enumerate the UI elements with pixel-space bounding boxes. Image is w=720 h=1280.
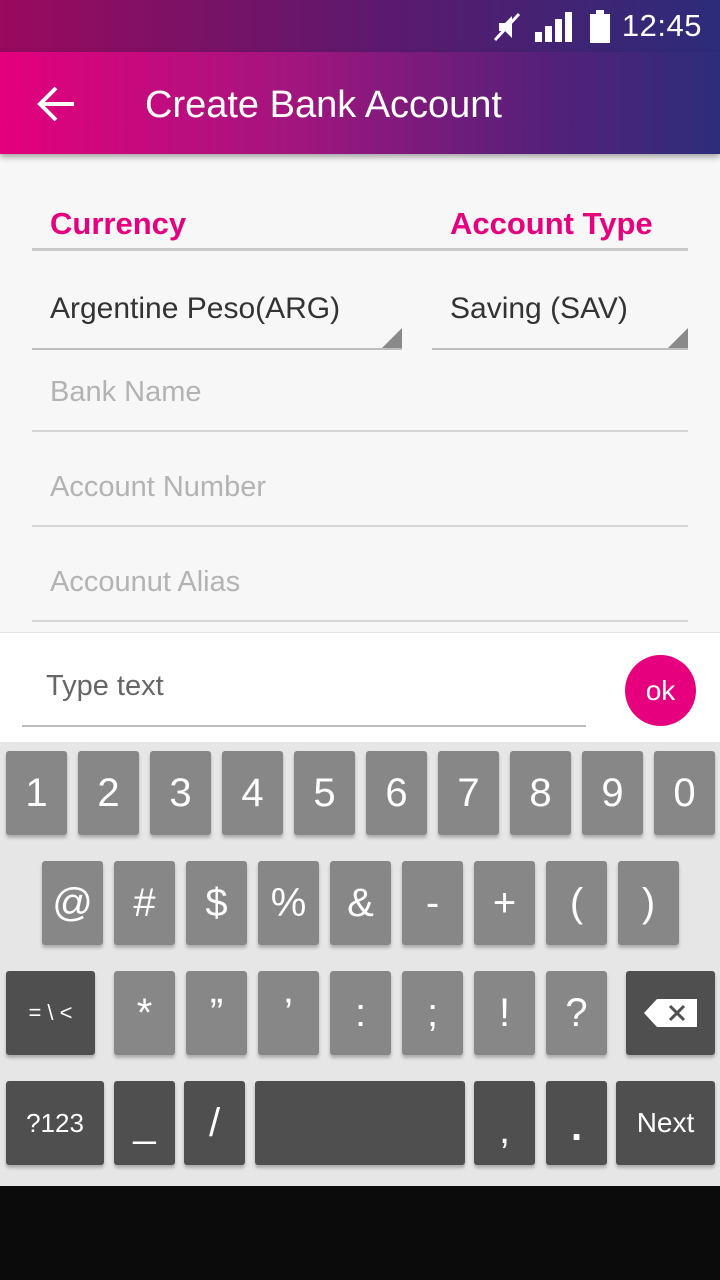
key-symbols-toggle[interactable]: ?123 — [6, 1081, 104, 1165]
ok-button[interactable]: ok — [625, 655, 696, 726]
key-exclamation[interactable]: ! — [474, 971, 535, 1055]
battery-icon — [590, 10, 610, 43]
key-colon[interactable]: : — [330, 971, 391, 1055]
account-number-placeholder: Account Number — [50, 471, 266, 503]
key-5[interactable]: 5 — [294, 751, 355, 835]
bank-name-field[interactable]: Bank Name — [32, 360, 688, 432]
bank-name-placeholder: Bank Name — [50, 376, 202, 408]
key-1[interactable]: 1 — [6, 751, 67, 835]
account-alias-placeholder: Accounut Alias — [50, 566, 241, 598]
account-number-field[interactable]: Account Number — [32, 455, 688, 527]
key-single-quote[interactable]: ’ — [258, 971, 319, 1055]
currency-select[interactable]: Argentine Peso(ARG) — [32, 278, 402, 350]
key-double-quote[interactable]: ” — [186, 971, 247, 1055]
signal-icon — [535, 12, 572, 42]
app-bar: Create Bank Account — [0, 52, 720, 154]
key-period[interactable]: . — [546, 1081, 607, 1165]
key-comma[interactable]: , — [474, 1081, 535, 1165]
key-underscore[interactable]: _ — [114, 1081, 175, 1165]
key-3[interactable]: 3 — [150, 751, 211, 835]
arrow-left-icon[interactable] — [34, 82, 78, 126]
key-backspace[interactable] — [626, 971, 715, 1055]
key-0[interactable]: 0 — [654, 751, 715, 835]
key-close-paren[interactable]: ) — [618, 861, 679, 945]
dropdown-triangle-icon — [382, 328, 402, 348]
keyboard: 1 2 3 4 5 6 7 8 9 0 @ # $ % & - + ( ) = … — [0, 742, 720, 1186]
type-text-placeholder: Type text — [46, 670, 164, 702]
account-type-select-value: Saving (SAV) — [450, 292, 628, 325]
key-space[interactable] — [255, 1081, 465, 1165]
section-divider — [32, 248, 688, 251]
key-6[interactable]: 6 — [366, 751, 427, 835]
key-asterisk[interactable]: * — [114, 971, 175, 1055]
key-4[interactable]: 4 — [222, 751, 283, 835]
key-open-paren[interactable]: ( — [546, 861, 607, 945]
key-semicolon[interactable]: ; — [402, 971, 463, 1055]
currency-select-value: Argentine Peso(ARG) — [50, 292, 341, 325]
account-type-label: Account Type — [450, 206, 653, 241]
key-slash[interactable]: / — [184, 1081, 245, 1165]
dropdown-triangle-icon — [668, 328, 688, 348]
status-time: 12:45 — [621, 8, 702, 43]
navigation-bar-area — [0, 1186, 720, 1280]
currency-label: Currency — [50, 206, 187, 241]
key-8[interactable]: 8 — [510, 751, 571, 835]
keyboard-input-bar: Type text ok — [0, 632, 720, 743]
mute-icon — [493, 12, 521, 42]
key-question[interactable]: ? — [546, 971, 607, 1055]
bank-account-form: Currency Account Type Argentine Peso(ARG… — [0, 154, 720, 632]
key-percent[interactable]: % — [258, 861, 319, 945]
key-dollar[interactable]: $ — [186, 861, 247, 945]
key-ampersand[interactable]: & — [330, 861, 391, 945]
key-7[interactable]: 7 — [438, 751, 499, 835]
key-plus[interactable]: + — [474, 861, 535, 945]
backspace-icon — [643, 999, 697, 1027]
key-9[interactable]: 9 — [582, 751, 643, 835]
account-alias-field[interactable]: Accounut Alias — [32, 550, 688, 622]
key-2[interactable]: 2 — [78, 751, 139, 835]
type-text-input[interactable]: Type text — [22, 663, 586, 727]
account-type-select[interactable]: Saving (SAV) — [432, 278, 688, 350]
status-bar: 12:45 — [0, 0, 720, 52]
key-at[interactable]: @ — [42, 861, 103, 945]
key-more-symbols[interactable]: = \ < — [6, 971, 95, 1055]
key-minus[interactable]: - — [402, 861, 463, 945]
page-title: Create Bank Account — [145, 84, 502, 126]
key-next[interactable]: Next — [616, 1081, 715, 1165]
key-hash[interactable]: # — [114, 861, 175, 945]
